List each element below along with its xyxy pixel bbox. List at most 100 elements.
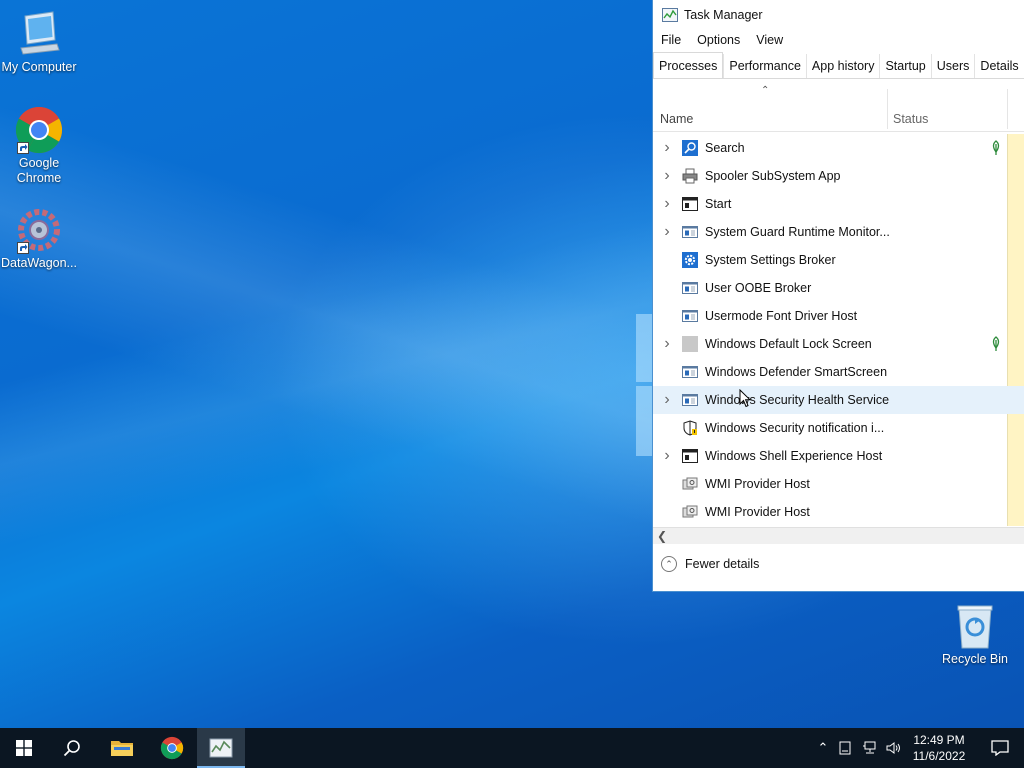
- process-row[interactable]: Windows Defender SmartScreen: [653, 358, 1024, 386]
- process-name: Windows Security Health Service: [705, 393, 890, 407]
- search-icon: [682, 140, 698, 156]
- column-divider[interactable]: [887, 89, 888, 129]
- printer-icon: [682, 168, 698, 184]
- show-hidden-icons-icon[interactable]: ⌃: [814, 740, 832, 756]
- desktop-icon-label: Google Chrome: [16, 156, 62, 185]
- storage-icon[interactable]: [838, 741, 852, 755]
- menu-view[interactable]: View: [748, 33, 791, 47]
- desktop-icon-recycle-bin[interactable]: Recycle Bin: [936, 602, 1014, 667]
- tab-startup[interactable]: Startup: [879, 54, 930, 78]
- sort-ascending-icon: ⌃: [761, 85, 770, 96]
- shortcut-arrow-icon: [17, 142, 29, 154]
- app-window-icon: [682, 308, 698, 324]
- process-row[interactable]: Windows Security notification i...: [653, 414, 1024, 442]
- process-row[interactable]: › Windows Shell Experience Host: [653, 442, 1024, 470]
- column-status[interactable]: Status: [893, 112, 928, 126]
- chrome-icon: [13, 106, 65, 154]
- desktop-icon-label: Recycle Bin: [942, 652, 1008, 666]
- process-name: WMI Provider Host: [705, 477, 810, 491]
- tab-details[interactable]: Details: [974, 54, 1023, 78]
- taskbar: ⌃ 12:49 PM 11/6/2022: [0, 728, 1024, 768]
- search-button[interactable]: [48, 728, 96, 768]
- process-row[interactable]: User OOBE Broker: [653, 274, 1024, 302]
- process-row[interactable]: › Windows Security Health Service: [653, 386, 1024, 414]
- fewer-details-label: Fewer details: [685, 557, 760, 571]
- menu-file[interactable]: File: [653, 33, 689, 47]
- window-title: Task Manager: [684, 8, 763, 22]
- desktop-icon-my-computer[interactable]: My Computer: [0, 10, 78, 75]
- wmi-icon: [682, 504, 698, 520]
- desktop-icon-label: My Computer: [1, 60, 77, 74]
- process-row[interactable]: System Settings Broker: [653, 246, 1024, 274]
- process-name: Search: [705, 141, 745, 155]
- wmi-icon: [682, 476, 698, 492]
- taskbar-task-manager[interactable]: [197, 728, 245, 768]
- computer-icon: [13, 10, 65, 58]
- expand-chevron-icon[interactable]: ›: [660, 139, 674, 157]
- taskbar-file-explorer[interactable]: [98, 728, 146, 768]
- menu-bar: File Options View: [653, 30, 1024, 50]
- process-name: System Guard Runtime Monitor...: [705, 225, 890, 239]
- suspended-leaf-icon: [989, 336, 1003, 352]
- process-row[interactable]: › Windows Default Lock Screen: [653, 330, 1024, 358]
- fewer-details-button[interactable]: ⌃ Fewer details: [661, 556, 759, 572]
- notification-icon: [991, 740, 1009, 756]
- gear-icon: [682, 252, 698, 268]
- shield-warning-icon: [682, 420, 698, 436]
- windows-logo-icon: [16, 740, 32, 756]
- expand-chevron-icon[interactable]: ›: [660, 195, 674, 213]
- start-button[interactable]: [0, 728, 48, 768]
- desktop-icon-label: DataWagon...: [1, 256, 77, 270]
- chevron-up-icon: ⌃: [661, 556, 677, 572]
- process-row[interactable]: › Search: [653, 134, 1024, 162]
- process-name: User OOBE Broker: [705, 281, 812, 295]
- datawagon-icon: [13, 206, 65, 254]
- shortcut-arrow-icon: [17, 242, 29, 254]
- search-icon: [63, 740, 80, 757]
- process-name: Usermode Font Driver Host: [705, 309, 858, 323]
- expand-chevron-icon[interactable]: ›: [660, 223, 674, 241]
- process-name: WMI Provider Host: [705, 505, 810, 519]
- expand-chevron-icon[interactable]: ›: [660, 167, 674, 185]
- tab-users[interactable]: Users: [930, 54, 975, 78]
- process-row[interactable]: WMI Provider Host: [653, 498, 1024, 526]
- scroll-left-arrow-icon[interactable]: ❮: [657, 528, 667, 544]
- process-row[interactable]: Usermode Font Driver Host: [653, 302, 1024, 330]
- process-name: Windows Shell Experience Host: [705, 449, 883, 463]
- horizontal-scrollbar[interactable]: ❮: [653, 527, 1024, 544]
- expand-chevron-icon[interactable]: ›: [660, 391, 674, 409]
- folder-icon: [111, 741, 133, 756]
- network-icon[interactable]: [862, 741, 878, 755]
- process-row[interactable]: › Spooler SubSystem App: [653, 162, 1024, 190]
- title-bar[interactable]: Task Manager: [653, 0, 1024, 30]
- desktop-icon-google-chrome[interactable]: Google Chrome: [0, 106, 78, 186]
- column-name[interactable]: Name: [660, 112, 693, 126]
- process-row[interactable]: › System Guard Runtime Monitor...: [653, 218, 1024, 246]
- suspended-leaf-icon: [989, 140, 1003, 156]
- tab-app-history[interactable]: App history: [805, 54, 880, 78]
- desktop-icon-datawagon[interactable]: DataWagon...: [0, 206, 78, 271]
- process-row[interactable]: › Start: [653, 190, 1024, 218]
- tab-performance[interactable]: Performance: [723, 54, 806, 78]
- process-row[interactable]: WMI Provider Host: [653, 470, 1024, 498]
- action-center-button[interactable]: [976, 728, 1024, 768]
- window-icon: [682, 448, 698, 464]
- app-window-icon: [682, 224, 698, 240]
- mouse-cursor-icon: [739, 389, 751, 408]
- clock-date: 11/6/2022: [912, 749, 966, 763]
- taskbar-clock[interactable]: 12:49 PM 11/6/2022: [900, 732, 978, 764]
- expand-chevron-icon[interactable]: ›: [660, 447, 674, 465]
- column-divider[interactable]: [1007, 89, 1008, 129]
- app-window-icon: [682, 364, 698, 380]
- task-manager-window: Task Manager File Options View Processes…: [652, 0, 1024, 592]
- menu-options[interactable]: Options: [689, 33, 748, 47]
- process-name: Windows Defender SmartScreen: [705, 365, 888, 379]
- tab-processes[interactable]: Processes: [653, 52, 724, 78]
- process-name: Windows Security notification i...: [705, 421, 885, 435]
- taskbar-chrome[interactable]: [148, 728, 196, 768]
- task-manager-icon: [662, 8, 678, 22]
- task-manager-icon: [209, 738, 233, 758]
- expand-chevron-icon[interactable]: ›: [660, 335, 674, 353]
- process-list: › Search › Spooler SubSystem App › Start › Syst…: [653, 134, 1024, 526]
- app-window-icon: [682, 392, 698, 408]
